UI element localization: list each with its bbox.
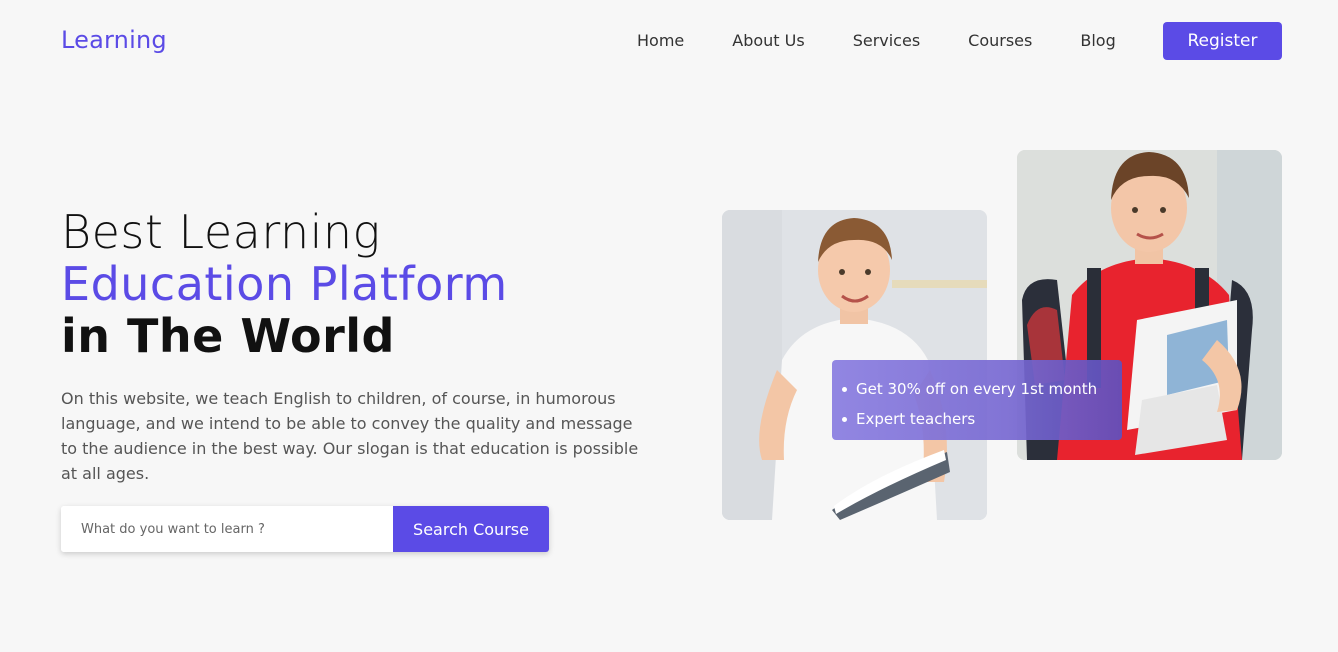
nav-blog[interactable]: Blog [1080, 31, 1115, 50]
hero-title: Best Learning Education Platform in The … [61, 206, 508, 362]
nav-home[interactable]: Home [637, 31, 684, 50]
promo-item-teachers: Expert teachers [842, 404, 1122, 434]
promo-item-discount: Get 30% off on every 1st month [842, 374, 1122, 404]
promo-card: Get 30% off on every 1st month Expert te… [832, 360, 1122, 440]
course-search-input[interactable] [61, 506, 393, 552]
register-button[interactable]: Register [1163, 22, 1282, 60]
hero-description: On this website, we teach English to chi… [61, 389, 639, 483]
hero-title-line-3: in The World [61, 309, 395, 363]
nav-courses[interactable]: Courses [968, 31, 1032, 50]
logo[interactable]: Learning [61, 26, 167, 54]
nav-about-us[interactable]: About Us [732, 31, 804, 50]
hero-title-line-1: Best Learning [61, 205, 381, 259]
main-nav: Home About Us Services Courses Blog [637, 31, 1116, 50]
course-search-box: Search Course [61, 506, 549, 552]
hero-title-line-2: Education Platform [61, 257, 508, 311]
search-course-button[interactable]: Search Course [393, 506, 549, 552]
nav-services[interactable]: Services [853, 31, 920, 50]
promo-list: Get 30% off on every 1st month Expert te… [842, 374, 1122, 434]
